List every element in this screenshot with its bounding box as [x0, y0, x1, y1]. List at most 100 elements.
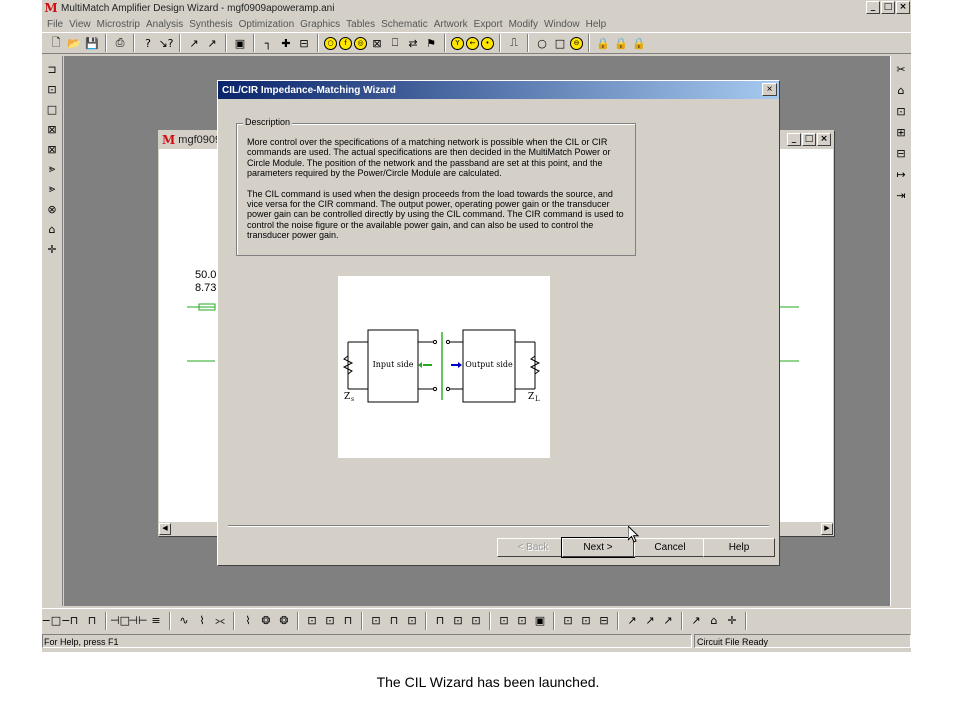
component-tool-29-icon[interactable]: ↗	[642, 613, 658, 629]
dialog-title-bar[interactable]: CIL/CIR Impedance-Matching Wizard	[218, 81, 779, 99]
component-tool-27-icon[interactable]: ⊟	[596, 613, 612, 629]
component-tool-18-icon[interactable]: ⊡	[404, 613, 420, 629]
component-tool-1-icon[interactable]: −□−	[42, 613, 70, 629]
print-icon[interactable]: ⎙	[112, 35, 128, 51]
menu-item-artwork[interactable]: Artwork	[433, 19, 473, 30]
tee-icon[interactable]: ┐	[260, 35, 276, 51]
yellow-back-icon[interactable]: ←	[466, 36, 479, 50]
square-icon[interactable]: □	[552, 35, 568, 51]
component-tool-31-icon[interactable]: ↗	[688, 613, 704, 629]
yellow-dot-icon[interactable]: •	[481, 36, 494, 50]
component-tool-25-icon[interactable]: ⊡	[560, 613, 576, 629]
minimize-button[interactable]: _	[866, 1, 880, 14]
right-tool-5-icon[interactable]: ⊟	[894, 146, 908, 160]
flag-icon[interactable]: ⚑	[423, 35, 439, 51]
left-tool-8-icon[interactable]: ⊗	[45, 202, 59, 216]
component-tool-28-icon[interactable]: ↗	[624, 613, 640, 629]
title-bar[interactable]: M MultiMatch Amplifier Design Wizard - m…	[42, 0, 911, 16]
menu-item-tables[interactable]: Tables	[345, 19, 380, 30]
component-tool-9-icon[interactable]: ⪥	[212, 613, 228, 629]
parallel-icon[interactable]: ⇄	[405, 35, 421, 51]
scroll-left-arrow-icon[interactable]: ◀	[159, 523, 171, 535]
left-tool-4-icon[interactable]: ⊠	[45, 122, 59, 136]
child-maximize-button[interactable]: □	[802, 133, 816, 146]
menu-item-window[interactable]: Window	[543, 19, 585, 30]
target-icon[interactable]: ◎	[354, 36, 367, 50]
draw-line-2-icon[interactable]: ↗	[204, 35, 220, 51]
circle-icon[interactable]: ○	[324, 36, 337, 50]
child-minimize-button[interactable]: _	[787, 133, 801, 146]
menu-item-view[interactable]: View	[68, 19, 96, 30]
frequency-icon[interactable]: f	[339, 36, 352, 50]
draw-line-icon[interactable]: ↗	[186, 35, 202, 51]
child-close-button[interactable]: ×	[817, 133, 831, 146]
left-tool-2-icon[interactable]: ⊡	[45, 82, 59, 96]
left-tool-9-icon[interactable]: ⌂	[45, 222, 59, 236]
right-tool-4-icon[interactable]: ⊞	[894, 125, 908, 139]
menu-item-graphics[interactable]: Graphics	[299, 19, 345, 30]
component-tool-10-icon[interactable]: ⌇	[240, 613, 256, 629]
component-tool-21-icon[interactable]: ⊡	[468, 613, 484, 629]
menu-item-synthesis[interactable]: Synthesis	[188, 19, 237, 30]
minus-circle-icon[interactable]: ⊖	[570, 36, 583, 50]
component-tool-13-icon[interactable]: ⊡	[304, 613, 320, 629]
component-tool-5-icon[interactable]: ⊣⊢	[128, 613, 147, 629]
filter-icon[interactable]: ⎍	[506, 35, 522, 51]
left-tool-7-icon[interactable]: ⪢	[45, 182, 59, 196]
component-tool-11-icon[interactable]: ❂	[258, 613, 274, 629]
save-icon[interactable]: 💾	[84, 35, 100, 51]
menu-item-help[interactable]: Help	[585, 19, 612, 30]
component-tool-32-icon[interactable]: ⌂	[706, 613, 722, 629]
menu-item-export[interactable]: Export	[473, 19, 508, 30]
right-tool-6-icon[interactable]: ↦	[894, 167, 908, 181]
component-tool-4-icon[interactable]: ⊣□	[110, 613, 130, 629]
component-tool-24-icon[interactable]: ▣	[532, 613, 548, 629]
component-tool-20-icon[interactable]: ⊡	[450, 613, 466, 629]
right-tool-2-icon[interactable]: ⌂	[894, 83, 908, 97]
component-tool-22-icon[interactable]: ⊡	[496, 613, 512, 629]
component-tool-16-icon[interactable]: ⊡	[368, 613, 384, 629]
lock-2-icon[interactable]: 🔒	[613, 35, 629, 51]
component-tool-2-icon[interactable]: ⊓	[66, 613, 82, 629]
help-button[interactable]: Help	[703, 538, 775, 557]
help-icon[interactable]: ?	[140, 35, 156, 51]
component-tool-19-icon[interactable]: ⊓	[432, 613, 448, 629]
lock-3-icon[interactable]: 🔒	[631, 35, 647, 51]
component-tool-17-icon[interactable]: ⊓	[386, 613, 402, 629]
left-tool-1-icon[interactable]: ⊐	[45, 62, 59, 76]
component-tool-33-icon[interactable]: ✛	[724, 613, 740, 629]
back-button[interactable]: < Back	[497, 538, 569, 557]
component-tool-23-icon[interactable]: ⊡	[514, 613, 530, 629]
component-tool-8-icon[interactable]: ⌇	[194, 613, 210, 629]
cross-icon[interactable]: ✚	[278, 35, 294, 51]
component-tool-3-icon[interactable]: ⊓	[84, 613, 100, 629]
menu-item-schematic[interactable]: Schematic	[380, 19, 433, 30]
menu-item-microstrip[interactable]: Microstrip	[96, 19, 145, 30]
scroll-right-arrow-icon[interactable]: ▶	[821, 523, 833, 535]
box-icon[interactable]: ⊟	[296, 35, 312, 51]
left-tool-10-icon[interactable]: ✛	[45, 242, 59, 256]
component-tool-26-icon[interactable]: ⊡	[578, 613, 594, 629]
component-icon[interactable]: ▣	[232, 35, 248, 51]
component-tool-7-icon[interactable]: ∿	[176, 613, 192, 629]
right-tool-7-icon[interactable]: ⇥	[894, 188, 908, 202]
component-tool-12-icon[interactable]: ❂	[276, 613, 292, 629]
component-tool-30-icon[interactable]: ↗	[660, 613, 676, 629]
next-button[interactable]: Next >	[561, 537, 635, 558]
menu-item-analysis[interactable]: Analysis	[145, 19, 188, 30]
component-tool-6-icon[interactable]: ≡	[148, 613, 164, 629]
dialog-close-button[interactable]: ×	[762, 83, 777, 96]
context-help-icon[interactable]: ↘?	[158, 35, 174, 51]
maximize-button[interactable]: □	[881, 1, 895, 14]
ring-icon[interactable]: ○	[534, 35, 550, 51]
right-tool-3-icon[interactable]: ⊡	[894, 104, 908, 118]
component-tool-14-icon[interactable]: ⊡	[322, 613, 338, 629]
new-file-icon[interactable]: 🗋	[48, 35, 64, 51]
open-folder-icon[interactable]: 📂	[66, 35, 82, 51]
cancel-button[interactable]: Cancel	[634, 538, 706, 557]
network-icon[interactable]: ⎕	[387, 35, 403, 51]
menu-item-file[interactable]: File	[46, 19, 68, 30]
yellow-y-icon[interactable]: Y	[451, 36, 464, 50]
component-tool-15-icon[interactable]: ⊓	[340, 613, 356, 629]
menu-item-modify[interactable]: Modify	[508, 19, 543, 30]
